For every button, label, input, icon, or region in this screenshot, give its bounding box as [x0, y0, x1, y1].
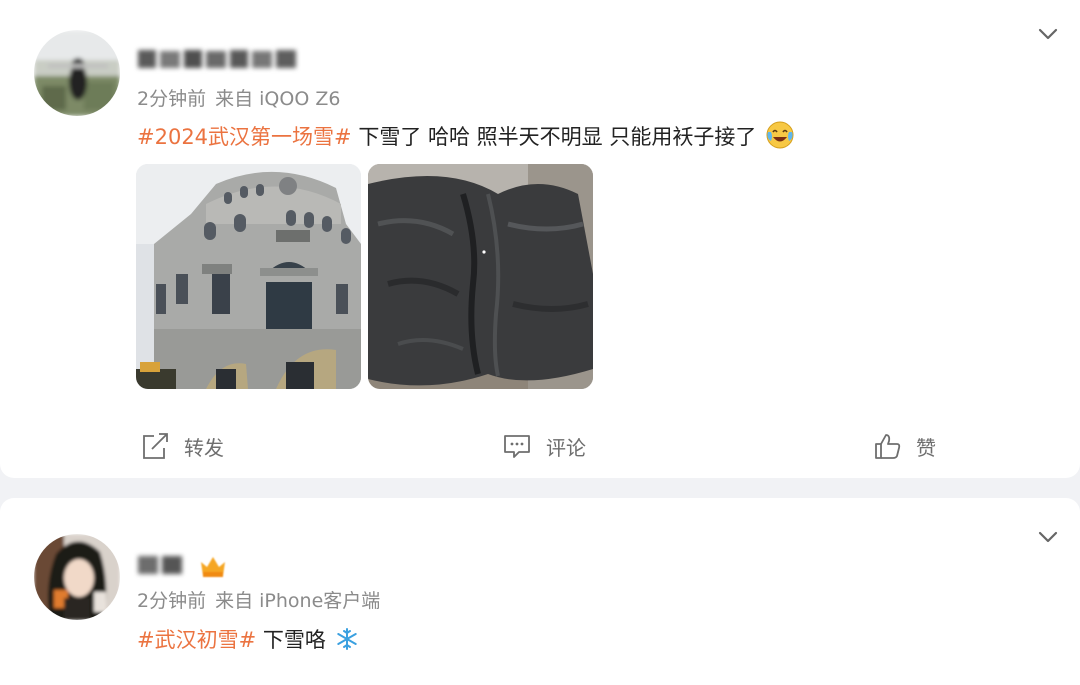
repost-label: 转发: [184, 435, 224, 460]
building-photo[interactable]: [136, 164, 361, 389]
topic-link[interactable]: #2024武汉第一场雪#: [137, 125, 352, 149]
thumbs-up-icon: [872, 432, 902, 460]
comment-icon: [502, 432, 532, 460]
post-card-1: 2分钟前 来自 iQOO Z6 #2024武汉第一场雪# 下雪了 哈哈 照半天不明…: [0, 0, 1080, 478]
like-button[interactable]: 赞: [872, 430, 936, 462]
chevron-down-icon[interactable]: [1036, 525, 1060, 549]
post-text: #2024武汉第一场雪# 下雪了 哈哈 照半天不明显 只能用袄子接了: [137, 120, 795, 155]
topic-link[interactable]: #武汉初雪#: [137, 628, 256, 652]
user-avatar[interactable]: [34, 30, 120, 116]
post-body: 下雪咯: [256, 628, 326, 652]
post-meta: 2分钟前 来自 iPhone客户端: [137, 586, 389, 613]
post-meta: 2分钟前 来自 iQOO Z6: [137, 84, 349, 111]
post-text: #武汉初雪# 下雪咯: [137, 624, 359, 656]
like-label: 赞: [916, 435, 936, 460]
post-source: 来自 iQOO Z6: [215, 88, 341, 110]
post-source: 来自 iPhone客户端: [215, 590, 381, 612]
repost-button[interactable]: 转发: [140, 430, 224, 462]
vip-crown-icon: [198, 552, 228, 584]
username[interactable]: [138, 554, 186, 576]
post-body: 下雪了 哈哈 照半天不明显 只能用袄子接了: [351, 125, 757, 149]
comment-button[interactable]: 评论: [502, 430, 586, 462]
chevron-down-icon[interactable]: [1036, 22, 1060, 46]
comment-label: 评论: [546, 435, 586, 460]
post-time[interactable]: 2分钟前: [137, 590, 206, 612]
user-avatar[interactable]: [34, 534, 120, 620]
snowflake-emoji: [335, 627, 359, 656]
post-time[interactable]: 2分钟前: [137, 88, 206, 110]
username[interactable]: [138, 48, 306, 70]
post-card-2: 2分钟前 来自 iPhone客户端 #武汉初雪# 下雪咯: [0, 498, 1080, 685]
repost-icon: [140, 432, 170, 460]
laugh-cry-emoji: [765, 120, 795, 155]
sleeve-photo[interactable]: [368, 164, 593, 389]
